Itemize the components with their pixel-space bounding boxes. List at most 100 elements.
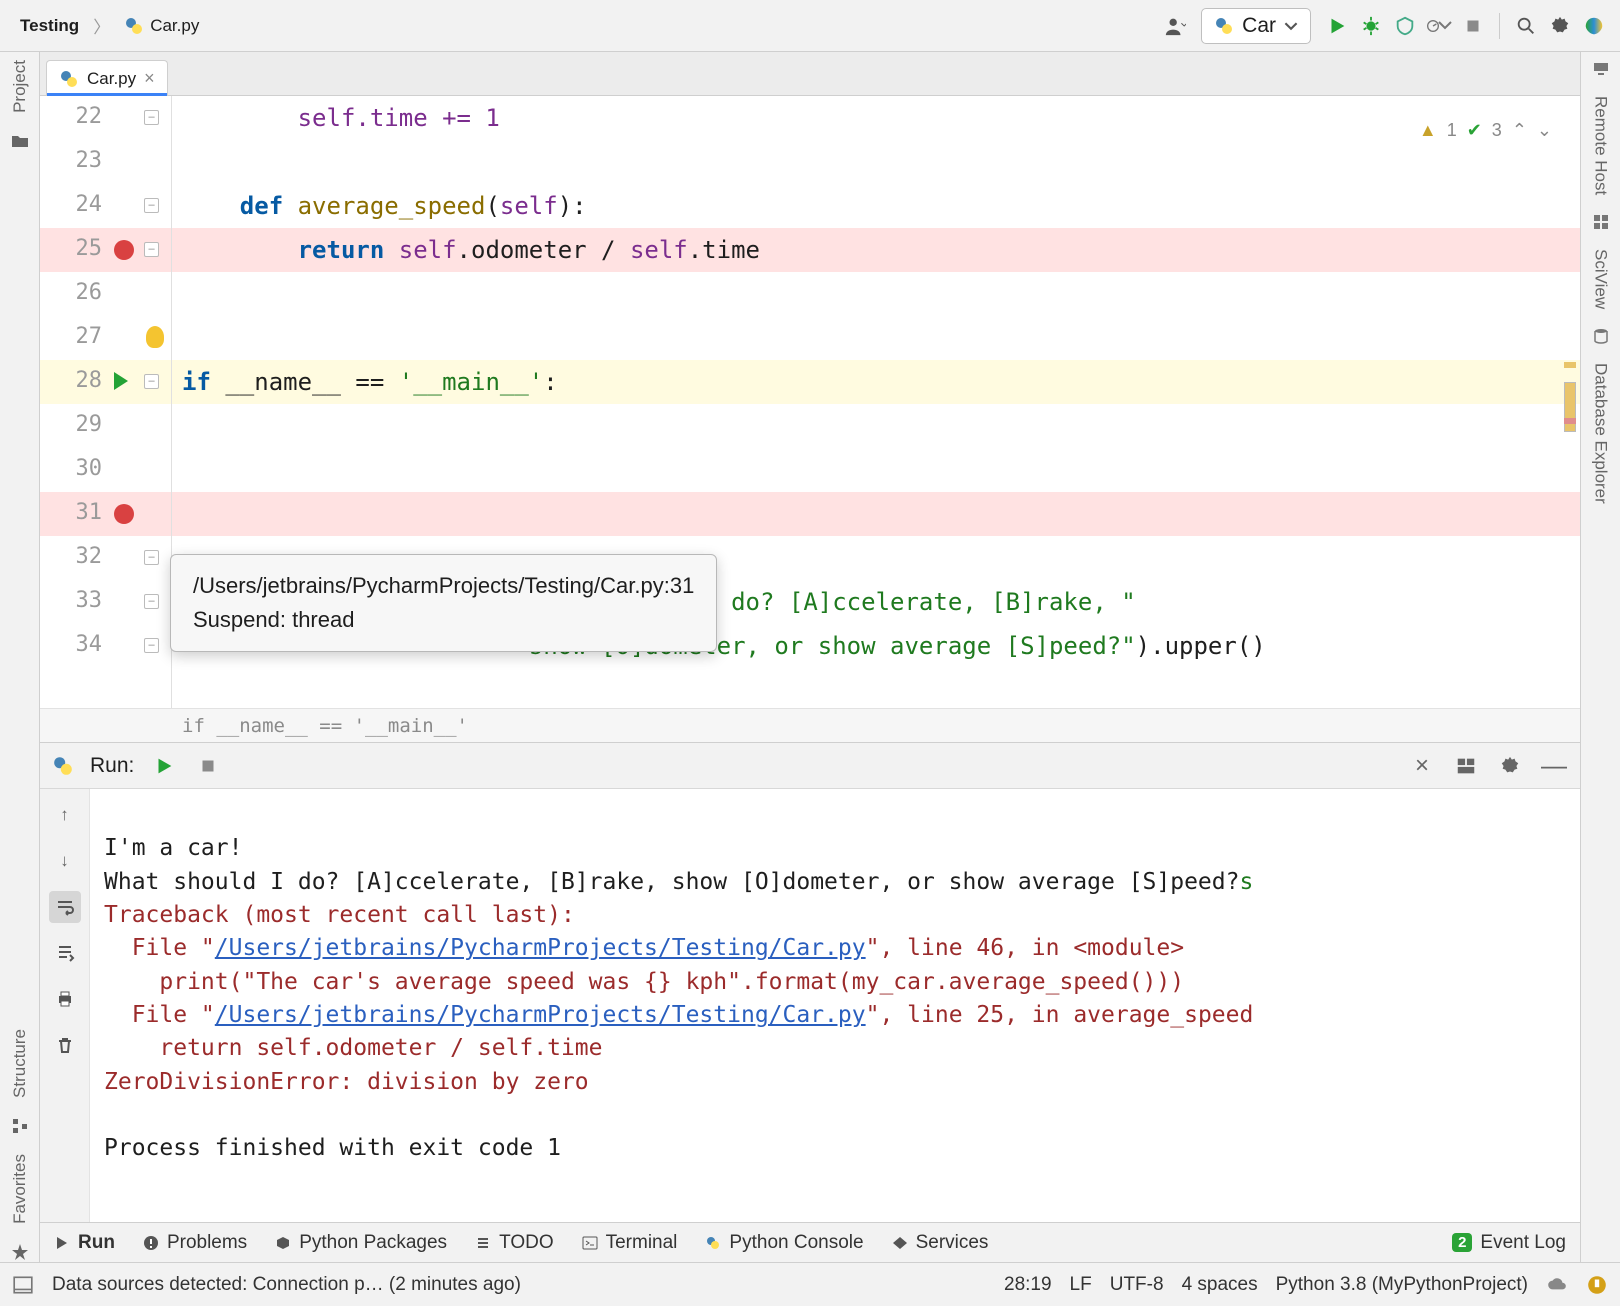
status-message[interactable]: Data sources detected: Connection p… (2 … — [52, 1274, 521, 1296]
line-number[interactable]: 29 — [40, 404, 112, 437]
python-file-icon — [124, 16, 144, 36]
fold-handle[interactable]: – — [144, 550, 159, 565]
event-log-badge: 2 — [1452, 1233, 1472, 1252]
project-tab[interactable]: Project — [10, 60, 30, 113]
database-tab[interactable]: Database Explorer — [1591, 363, 1611, 504]
settings-icon[interactable] — [1546, 12, 1574, 40]
search-icon[interactable] — [1512, 12, 1540, 40]
status-bar: Data sources detected: Connection p… (2 … — [0, 1262, 1620, 1306]
tab-todo[interactable]: TODO — [475, 1232, 554, 1254]
print-button[interactable] — [49, 983, 81, 1015]
tab-run[interactable]: Run — [54, 1232, 115, 1254]
run-button[interactable] — [1323, 12, 1351, 40]
fold-handle[interactable]: – — [144, 638, 159, 653]
fold-handle[interactable]: – — [144, 198, 159, 213]
run-config-selector[interactable]: Car — [1201, 8, 1311, 44]
fold-handle[interactable]: – — [144, 374, 159, 389]
status-lock-icon[interactable] — [1586, 1274, 1608, 1296]
close-run-icon[interactable]: × — [1408, 752, 1436, 780]
tab-terminal[interactable]: Terminal — [582, 1232, 678, 1254]
code-text: self — [399, 236, 457, 264]
overview-ruler[interactable] — [1562, 96, 1578, 708]
stop-run-button[interactable] — [194, 752, 222, 780]
status-cloud-icon[interactable] — [1546, 1274, 1568, 1296]
line-number[interactable]: 24 — [40, 184, 112, 217]
line-number[interactable]: 34 — [40, 624, 112, 657]
toolwindow-toggle-icon[interactable] — [12, 1274, 34, 1296]
remote-host-tab[interactable]: Remote Host — [1591, 96, 1611, 195]
status-caret-pos[interactable]: 28:19 — [1004, 1274, 1052, 1296]
line-number[interactable]: 25 — [40, 228, 112, 261]
breadcrumb-file[interactable]: Car.py — [116, 12, 207, 40]
prev-highlight-icon[interactable]: ⌃ — [1512, 120, 1527, 141]
tab-python-packages[interactable]: Python Packages — [275, 1232, 447, 1254]
left-toolwindow-tabs: Project Structure Favorites — [0, 52, 40, 1262]
down-stack-button[interactable]: ↓ — [49, 845, 81, 877]
run-settings-icon[interactable] — [1496, 752, 1524, 780]
inspections-widget[interactable]: ▲1 ✔3 ⌃ ⌄ — [1419, 120, 1552, 141]
tab-problems[interactable]: Problems — [143, 1232, 247, 1254]
editor-tab-car[interactable]: Car.py × — [46, 60, 168, 95]
breakpoint-icon[interactable] — [114, 240, 134, 260]
run-config-label: Car — [1242, 14, 1276, 38]
tab-services[interactable]: Services — [892, 1232, 989, 1254]
line-number[interactable]: 23 — [40, 140, 112, 173]
intention-bulb-icon[interactable] — [146, 326, 164, 348]
close-tab-icon[interactable]: × — [144, 68, 155, 89]
console-link[interactable]: /Users/jetbrains/PycharmProjects/Testing… — [215, 935, 866, 961]
jetbrains-icon[interactable] — [1580, 12, 1608, 40]
favorites-tab[interactable]: Favorites — [10, 1154, 30, 1224]
python-file-icon — [59, 69, 79, 89]
line-number[interactable]: 26 — [40, 272, 112, 305]
run-console[interactable]: I'm a car! What should I do? [A]ccelerat… — [90, 789, 1580, 1222]
editor-tab-label: Car.py — [87, 69, 136, 89]
line-number[interactable]: 32 — [40, 536, 112, 569]
scroll-end-button[interactable] — [49, 937, 81, 969]
soft-wrap-button[interactable] — [49, 891, 81, 923]
breadcrumb-text: if __name__ == '__main__' — [182, 715, 468, 737]
stop-button[interactable] — [1459, 12, 1487, 40]
line-number[interactable]: 30 — [40, 448, 112, 481]
tab-python-console[interactable]: Python Console — [705, 1232, 863, 1254]
sciview-tab[interactable]: SciView — [1591, 249, 1611, 309]
python-icon — [52, 755, 74, 777]
python-icon — [1214, 16, 1234, 36]
nav-divider — [1499, 13, 1500, 39]
navigation-bar: Testing 〉 Car.py Car — [0, 0, 1620, 52]
up-stack-button[interactable]: ↑ — [49, 799, 81, 831]
hide-run-icon[interactable]: — — [1540, 752, 1568, 780]
console-link[interactable]: /Users/jetbrains/PycharmProjects/Testing… — [215, 1002, 866, 1028]
line-number[interactable]: 28 — [40, 360, 112, 393]
line-number[interactable]: 27 — [40, 316, 112, 349]
editor-breadcrumb[interactable]: if __name__ == '__main__' — [40, 708, 1580, 742]
delete-button[interactable] — [49, 1029, 81, 1061]
status-encoding[interactable]: UTF-8 — [1110, 1274, 1164, 1296]
fold-handle[interactable]: – — [144, 242, 159, 257]
user-icon[interactable] — [1161, 12, 1189, 40]
tab-event-log[interactable]: 2Event Log — [1452, 1232, 1566, 1254]
breadcrumb-project[interactable]: Testing — [12, 12, 87, 40]
debug-button[interactable] — [1357, 12, 1385, 40]
structure-tab[interactable]: Structure — [10, 1029, 30, 1098]
fold-handle[interactable]: – — [144, 594, 159, 609]
next-highlight-icon[interactable]: ⌄ — [1537, 120, 1552, 141]
line-number[interactable]: 31 — [40, 492, 112, 525]
breakpoint-icon[interactable] — [114, 504, 134, 524]
tooltip-path: /Users/jetbrains/PycharmProjects/Testing… — [193, 569, 694, 603]
console-error: Traceback (most recent call last): — [104, 902, 575, 928]
status-indent[interactable]: 4 spaces — [1182, 1274, 1258, 1296]
status-interpreter[interactable]: Python 3.8 (MyPythonProject) — [1276, 1274, 1528, 1296]
line-number[interactable]: 22 — [40, 96, 112, 129]
profile-button[interactable] — [1425, 12, 1453, 40]
layout-icon[interactable] — [1452, 752, 1480, 780]
coverage-button[interactable] — [1391, 12, 1419, 40]
code-editor[interactable]: ▲1 ✔3 ⌃ ⌄ 22– self.time += 1 23 24– def … — [40, 96, 1580, 708]
rerun-button[interactable] — [150, 752, 178, 780]
line-number[interactable]: 33 — [40, 580, 112, 613]
run-gutter-icon[interactable] — [114, 372, 128, 390]
fold-handle[interactable]: – — [144, 110, 159, 125]
console-line: Process finished with exit code 1 — [104, 1135, 561, 1161]
ok-count: 3 — [1492, 120, 1502, 141]
status-line-separator[interactable]: LF — [1070, 1274, 1092, 1296]
console-error: File " — [104, 1002, 215, 1028]
